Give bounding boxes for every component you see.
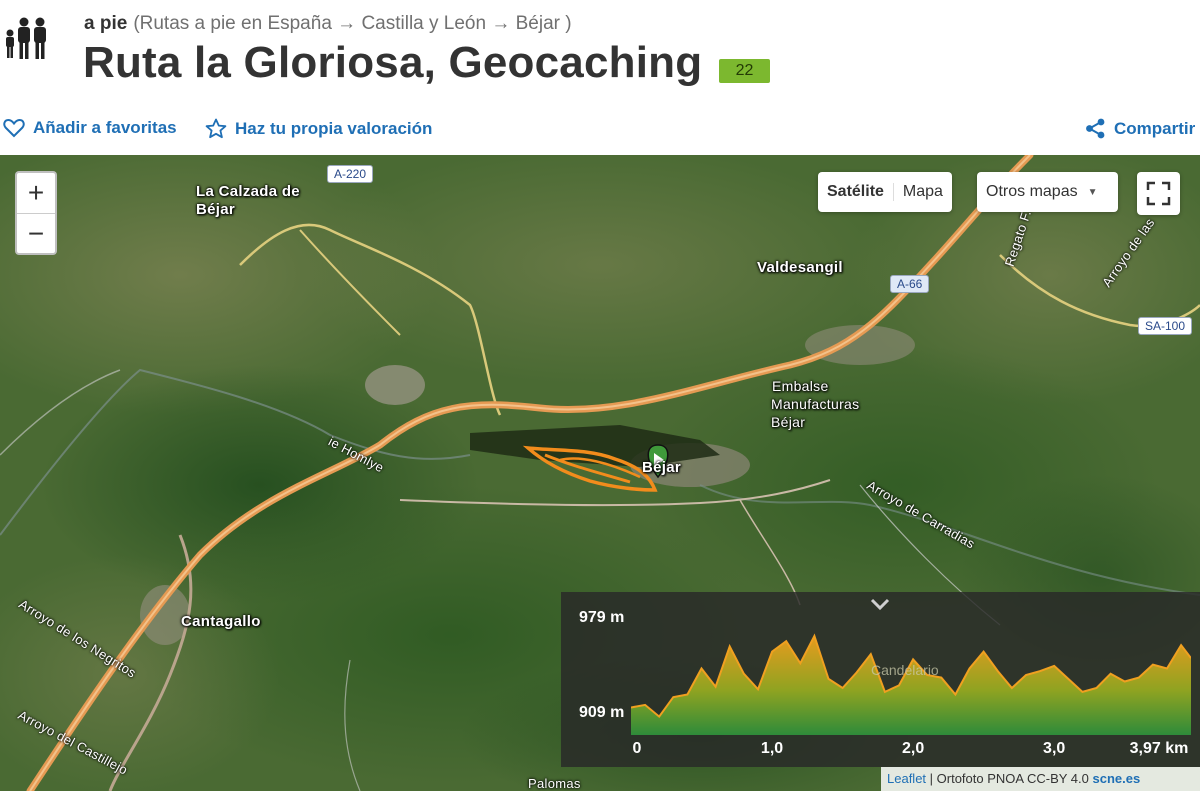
road-shield: A-66: [890, 275, 930, 293]
breadcrumb-path[interactable]: (Rutas a pie en España → Castilla y León…: [133, 13, 571, 34]
elevation-max-label: 979 m: [579, 609, 625, 626]
activity-label[interactable]: a pie: [84, 13, 127, 34]
x-tick-label: 1,0: [760, 740, 784, 757]
zoom-control: + −: [15, 171, 57, 255]
breadcrumb: a pie (Rutas a pie en España → Castilla y…: [84, 13, 572, 35]
place-label: Cantagallo: [181, 613, 261, 630]
leaflet-link[interactable]: Leaflet: [887, 771, 926, 786]
place-label: Béjar: [196, 201, 236, 218]
place-label: La Calzada de: [196, 183, 300, 200]
rate-label: Haz tu propia valoración: [235, 118, 433, 138]
x-tick-label: 0: [632, 740, 642, 757]
chevron-down-icon[interactable]: [869, 597, 891, 611]
other-maps-dropdown[interactable]: Otros mapas ▼: [977, 172, 1118, 212]
rate-button[interactable]: Haz tu propia valoración: [205, 118, 432, 139]
elevation-chart: Candelario: [631, 633, 1191, 735]
zoom-out-button[interactable]: −: [17, 213, 55, 254]
other-maps-label: Otros mapas: [986, 183, 1078, 200]
route-header: a pie (Rutas a pie en España → Castilla y…: [0, 0, 1200, 155]
river-label: Palomas: [528, 776, 581, 791]
x-tick-label: 3,97 km: [1129, 740, 1189, 757]
chevron-down-icon: ▼: [1087, 186, 1098, 198]
action-bar: Añadir a favoritas Haz tu propia valorac…: [0, 118, 1200, 148]
x-tick-label: 2,0: [901, 740, 925, 757]
fullscreen-icon: [1146, 181, 1171, 206]
place-label: Béjar: [771, 414, 806, 430]
x-tick-label: 3,0: [1043, 740, 1066, 757]
share-icon: [1086, 118, 1105, 139]
map-toggle[interactable]: Mapa: [894, 183, 952, 201]
place-label: Valdesangil: [757, 259, 843, 276]
place-label: Embalse: [772, 378, 829, 394]
score-badge: 22: [719, 59, 770, 83]
road-shield: A-220: [327, 165, 374, 183]
road-shield: SA-100: [1138, 317, 1193, 335]
heart-icon: [3, 118, 25, 138]
place-label: Béjar: [642, 459, 682, 476]
share-label: Compartir: [1114, 118, 1196, 138]
fullscreen-button[interactable]: [1137, 172, 1180, 215]
map-type-switch: Satélite Mapa: [818, 172, 952, 212]
place-label: Candelario: [871, 662, 939, 678]
add-favorite-button[interactable]: Añadir a favoritas: [3, 118, 177, 138]
elevation-profile[interactable]: 979 m 909 m Candelario 0 1,0 2,0 3,0 3,97 km: [561, 592, 1200, 767]
scne-link[interactable]: scne.es: [1092, 771, 1140, 786]
map-attribution: Leaflet | Ortofoto PNOA CC-BY 4.0 scne.e…: [881, 767, 1200, 791]
place-label: Manufacturas: [771, 396, 860, 412]
elevation-min-label: 909 m: [579, 704, 625, 721]
add-favorite-label: Añadir a favoritas: [33, 118, 177, 137]
share-button[interactable]: Compartir: [1085, 118, 1195, 139]
satellite-toggle[interactable]: Satélite: [818, 183, 894, 201]
hiking-family-icon: [6, 17, 46, 59]
page-title: Ruta la Gloriosa, Geocaching: [83, 38, 703, 87]
map-view[interactable]: La Calzada de Béjar Valdesangil Embalse …: [0, 155, 1200, 791]
star-icon: [205, 118, 227, 139]
zoom-in-button[interactable]: +: [17, 173, 55, 213]
attribution-text: | Ortofoto PNOA CC-BY 4.0: [926, 771, 1093, 786]
